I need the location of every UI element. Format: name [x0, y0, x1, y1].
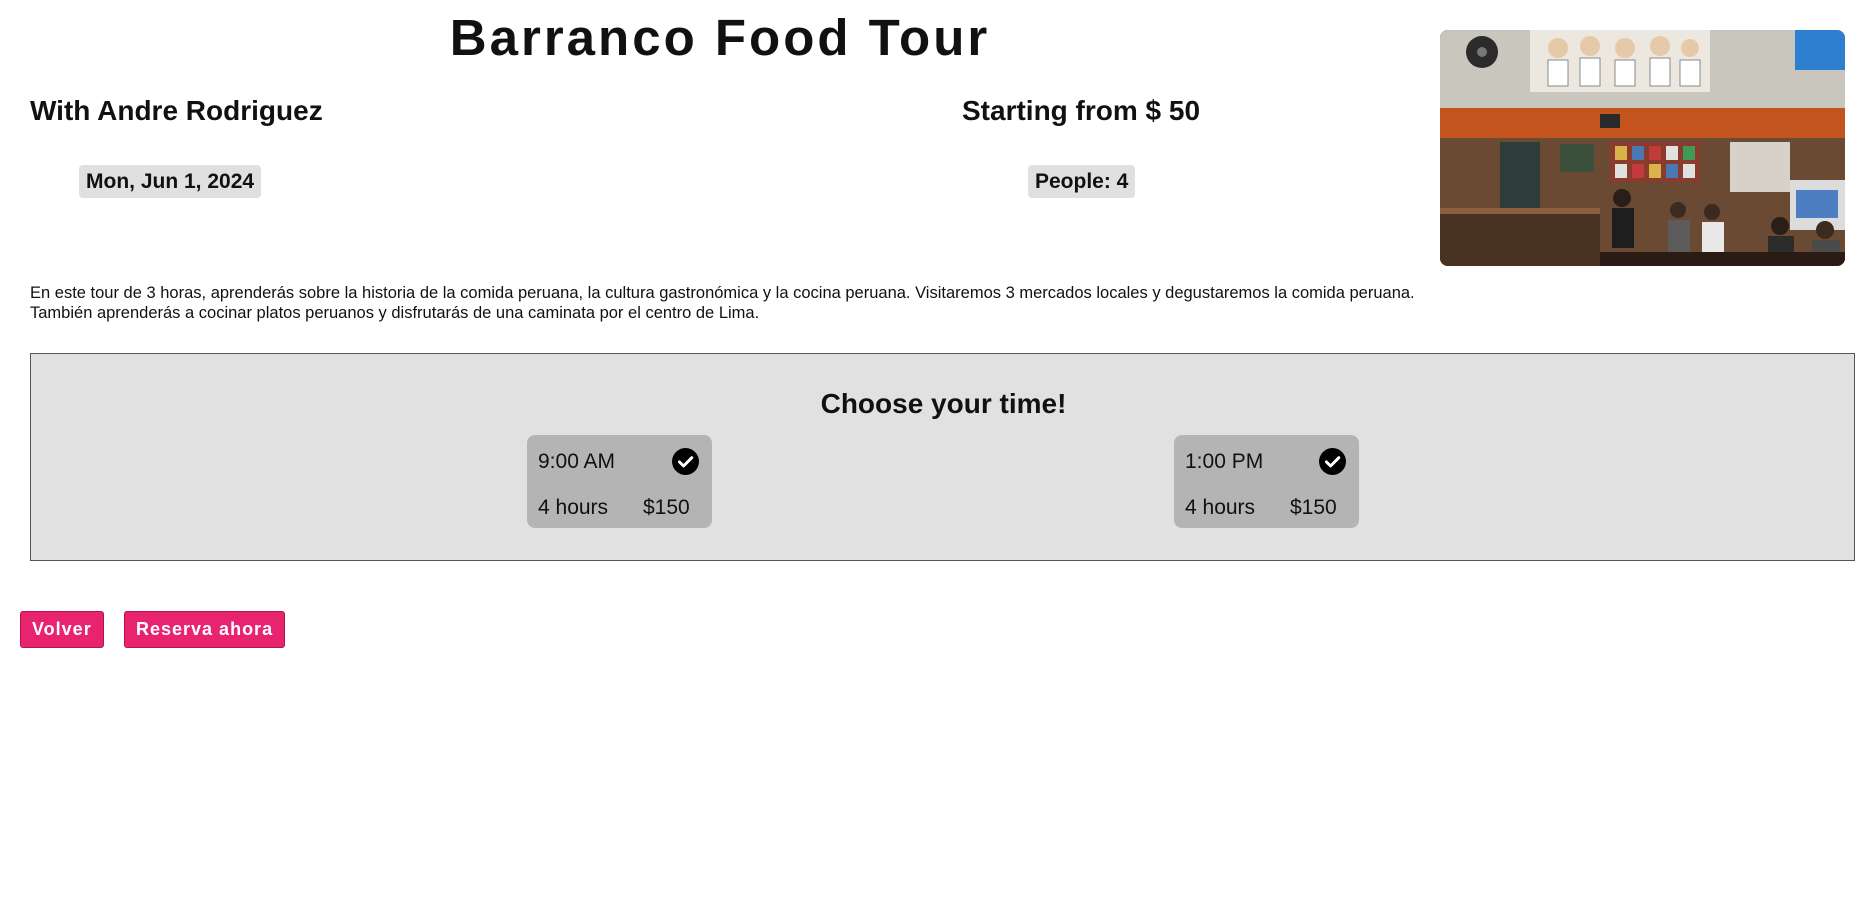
slot-duration: 4 hours	[1185, 496, 1256, 519]
time-picker-heading: Choose your time!	[820, 388, 1067, 419]
check-circle-icon	[672, 448, 699, 475]
guide-name: With Andre Rodriguez	[30, 95, 323, 126]
starting-price: Starting from $ 50	[962, 95, 1201, 126]
restaurant-interior-illustration	[1440, 30, 1845, 266]
tour-detail-page: Barranco Food Tour With Andre Rodriguez …	[0, 0, 1874, 907]
time-slot-1pm[interactable]: 1:00 PM 4 hours $150	[1174, 435, 1359, 528]
time-picker-panel: Choose your time! 9:00 AM 4 hours $150 1…	[30, 353, 1855, 561]
check-circle-icon	[1319, 448, 1346, 475]
people-chip: People: 4	[1028, 165, 1136, 198]
time-slot-9am[interactable]: 9:00 AM 4 hours $150	[527, 435, 712, 528]
date-chip: Mon, Jun 1, 2024	[79, 165, 262, 198]
slot-time: 1:00 PM	[1185, 450, 1264, 473]
tour-description: En este tour de 3 horas, aprenderás sobr…	[30, 284, 1415, 322]
slot-time: 9:00 AM	[538, 450, 616, 473]
book-now-button[interactable]: Reserva ahora	[124, 611, 286, 648]
back-button[interactable]: Volver	[20, 611, 104, 648]
page-title: Barranco Food Tour	[449, 9, 991, 66]
slot-price: $150	[643, 496, 690, 519]
tour-photo	[1440, 30, 1845, 266]
slot-price: $150	[1290, 496, 1337, 519]
slot-duration: 4 hours	[538, 496, 609, 519]
